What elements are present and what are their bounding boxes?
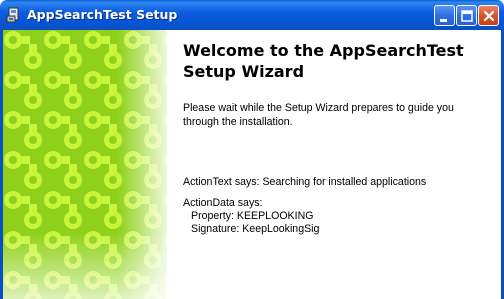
window-title: AppSearchTest Setup xyxy=(27,7,178,22)
title-bar[interactable]: AppSearchTest Setup xyxy=(0,0,504,30)
wizard-side-banner xyxy=(3,30,167,299)
action-data-signature: Signature: KeepLookingSig xyxy=(191,223,320,235)
welcome-heading-line2: Setup Wizard xyxy=(183,62,305,81)
close-button[interactable] xyxy=(478,5,499,26)
wizard-description-line2: through the installation. xyxy=(183,116,293,128)
minimize-button[interactable] xyxy=(434,5,455,26)
action-text-status: ActionText says: Searching for installed… xyxy=(183,176,427,188)
action-data-label: ActionData says: xyxy=(183,197,263,209)
action-data-block: ActionData says: Property: KEEPLOOKING S… xyxy=(183,197,493,236)
minimize-icon xyxy=(440,19,447,22)
setup-window: AppSearchTest Setup Welcome to the AppSe… xyxy=(0,0,504,299)
window-border-left xyxy=(0,30,3,299)
welcome-heading-line1: Welcome to the AppSearchTest xyxy=(183,41,464,60)
action-data-property: Property: KEEPLOOKING xyxy=(191,210,314,222)
installer-icon xyxy=(6,7,19,23)
banner-pattern xyxy=(3,30,167,299)
maximize-button[interactable] xyxy=(456,5,477,26)
welcome-heading: Welcome to the AppSearchTest Setup Wizar… xyxy=(183,40,493,82)
wizard-description: Please wait while the Setup Wizard prepa… xyxy=(183,101,483,129)
close-icon xyxy=(483,10,495,22)
wizard-description-line1: Please wait while the Setup Wizard prepa… xyxy=(183,102,454,114)
maximize-icon xyxy=(461,10,473,22)
wizard-content: Welcome to the AppSearchTest Setup Wizar… xyxy=(183,30,493,299)
